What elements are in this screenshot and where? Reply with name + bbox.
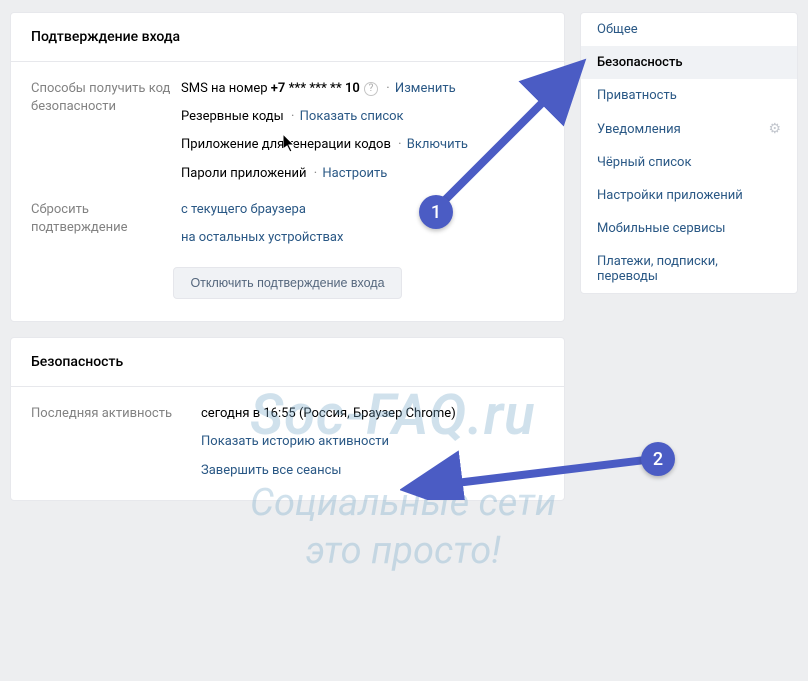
sms-number: +7 *** *** ** 10: [271, 81, 360, 96]
sidebar-item-app-settings[interactable]: Настройки приложений: [581, 179, 797, 212]
show-activity-history-link[interactable]: Показать историю активности: [201, 434, 389, 449]
login-confirmation-panel: Подтверждение входа Способы получить код…: [10, 12, 565, 322]
sidebar-item-privacy[interactable]: Приватность: [581, 79, 797, 112]
app-passwords-line: Пароли приложений · Настроить: [181, 165, 544, 183]
sidebar-item-payments[interactable]: Платежи, подписки, переводы: [581, 245, 797, 293]
sidebar-item-label: Общее: [597, 22, 638, 37]
sidebar-item-label: Уведомления: [597, 122, 681, 137]
security-code-methods-label: Способы получить код безопасности: [31, 80, 181, 183]
reset-other-devices-link[interactable]: на остальных устройствах: [181, 230, 343, 245]
sidebar-item-mobile-services[interactable]: Мобильные сервисы: [581, 212, 797, 245]
sidebar-item-general[interactable]: Общее: [581, 13, 797, 46]
help-icon[interactable]: ?: [364, 82, 378, 96]
sidebar-item-notifications[interactable]: Уведомления ⚙: [581, 112, 797, 146]
show-backup-codes-link[interactable]: Показать список: [300, 109, 404, 124]
watermark-line2: это просто!: [305, 529, 500, 573]
sidebar-item-label: Чёрный список: [597, 155, 691, 170]
enable-codegen-link[interactable]: Включить: [407, 137, 468, 152]
annotation-badge-1: 1: [419, 195, 453, 229]
end-all-sessions-link[interactable]: Завершить все сеансы: [201, 463, 342, 478]
reset-confirmation-label: Сбросить подтверждение: [31, 201, 181, 247]
sidebar-item-label: Платежи, подписки, переводы: [597, 254, 781, 284]
sidebar-item-label: Приватность: [597, 88, 677, 103]
disable-confirmation-button[interactable]: Отключить подтверждение входа: [173, 267, 401, 299]
codegen-app-label: Приложение для генерации кодов: [181, 137, 391, 152]
app-passwords-label: Пароли приложений: [181, 166, 307, 181]
last-activity-value: сегодня в 16:55 (Россия, Браузер Chrome): [201, 405, 544, 423]
last-activity-label: Последняя активность: [31, 405, 201, 480]
codegen-app-line: Приложение для генерации кодов · Включит…: [181, 136, 544, 154]
sidebar-item-blacklist[interactable]: Чёрный список: [581, 146, 797, 179]
sidebar-item-security[interactable]: Безопасность: [581, 46, 797, 79]
security-panel: Безопасность Последняя активность сегодн…: [10, 337, 565, 501]
change-number-link[interactable]: Изменить: [395, 81, 456, 96]
backup-codes-label: Резервные коды: [181, 109, 284, 124]
reset-current-browser-link[interactable]: с текущего браузера: [181, 202, 306, 217]
panel-title: Безопасность: [11, 338, 564, 387]
sms-method-line: SMS на номер +7 *** *** ** 10 ? · Измени…: [181, 80, 544, 98]
backup-codes-line: Резервные коды · Показать список: [181, 108, 544, 126]
sidebar-item-label: Мобильные сервисы: [597, 221, 725, 236]
sidebar-item-label: Безопасность: [597, 55, 683, 70]
sidebar-item-label: Настройки приложений: [597, 188, 743, 203]
settings-sidebar: Общее Безопасность Приватность Уведомлен…: [580, 12, 798, 294]
gear-icon[interactable]: ⚙: [768, 121, 781, 137]
sms-prefix: SMS на номер: [181, 81, 271, 96]
configure-app-passwords-link[interactable]: Настроить: [322, 166, 387, 181]
annotation-badge-2: 2: [641, 442, 675, 476]
panel-title: Подтверждение входа: [11, 13, 564, 62]
